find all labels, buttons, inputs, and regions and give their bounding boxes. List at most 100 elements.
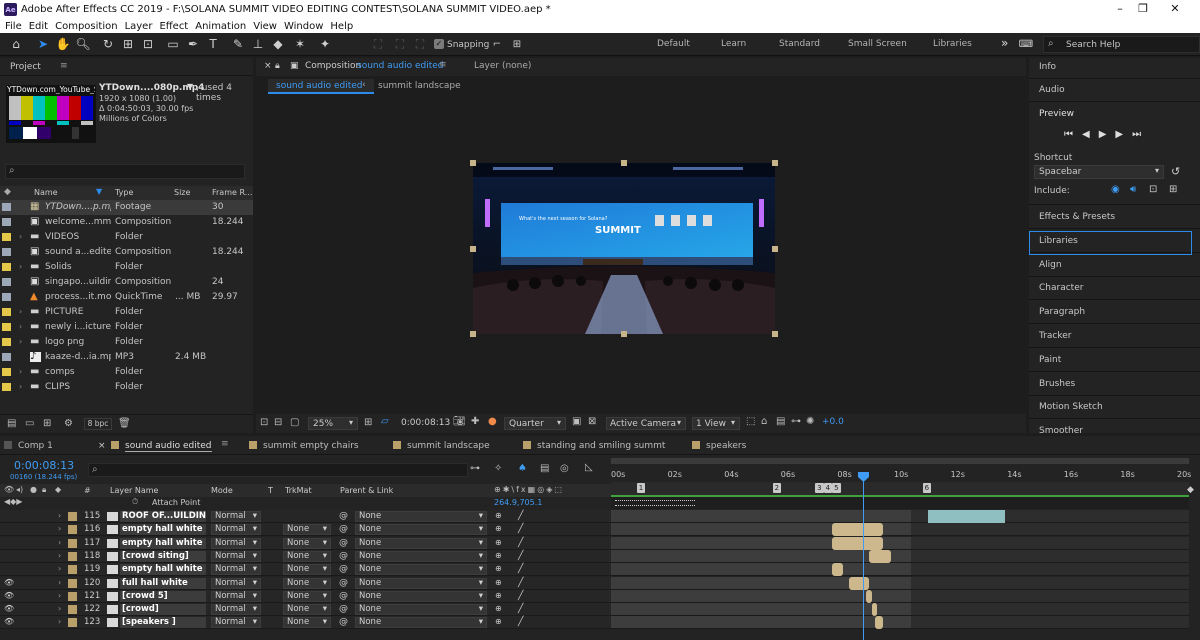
shy-switch-icon[interactable]: ⊕: [495, 511, 502, 522]
pick-whip-icon[interactable]: @: [339, 538, 348, 549]
menu-help[interactable]: Help: [330, 21, 353, 32]
track-matte-dropdown[interactable]: None ▾: [283, 604, 331, 616]
snapping-checkbox[interactable]: ✓: [434, 39, 444, 49]
column-name[interactable]: Name: [34, 188, 58, 197]
project-item[interactable]: ▦ YTDown....p.mp4 Footage 30: [0, 200, 253, 215]
project-item[interactable]: › ▬ VIDEOS Folder: [0, 230, 253, 245]
label-color-swatch[interactable]: [2, 368, 11, 376]
color-channels-icon[interactable]: ●: [488, 416, 497, 427]
workspace-default[interactable]: Default: [657, 39, 690, 49]
local-axis-icon[interactable]: ⛶: [370, 37, 386, 52]
layer-row[interactable]: › 117 empty hall white Normal ▾ None ▾ @ None ▾ ⊕ ╱: [0, 536, 1200, 550]
new-composition-icon[interactable]: ⊞: [43, 418, 51, 429]
chevron-right-icon[interactable]: ›: [19, 367, 22, 376]
transform-handle[interactable]: [772, 160, 778, 166]
layer-name[interactable]: ROOF OF...UILDING: [120, 511, 206, 522]
track-matte-dropdown[interactable]: None ▾: [283, 537, 331, 549]
right-panel-tab-tracker[interactable]: Tracker: [1039, 331, 1071, 341]
track-matte-dropdown[interactable]: None ▾: [283, 577, 331, 589]
type-tool-icon[interactable]: T: [205, 37, 221, 52]
column-t[interactable]: T: [268, 486, 273, 495]
viewer-timecode[interactable]: 0:00:08:13: [401, 418, 450, 428]
column-size[interactable]: Size: [174, 188, 190, 197]
include-overlays-icon[interactable]: ⊡: [1149, 184, 1157, 195]
shy-switch-icon[interactable]: ⊕: [495, 538, 502, 549]
quality-switch-icon[interactable]: ╱: [518, 564, 523, 575]
layer-row[interactable]: › 119 empty hall white Normal ▾ None ▾ @ None ▾ ⊕ ╱: [0, 563, 1200, 577]
project-item[interactable]: ▲ process...it.mov QuickTime ... MB 29.97: [0, 290, 253, 305]
label-color-swatch[interactable]: [2, 263, 11, 271]
graph-editor-icon[interactable]: ◺: [585, 462, 593, 473]
transform-handle[interactable]: [621, 331, 627, 337]
project-item[interactable]: › ▬ newly i...ictures Folder: [0, 320, 253, 335]
time-ruler[interactable]: 00s 02s 04s 06s 08s 10s 12s 14s 16s 18s 20s: [611, 470, 1191, 482]
previous-frame-icon[interactable]: ◀: [1082, 129, 1099, 140]
timeline-icon[interactable]: ▤: [776, 416, 785, 427]
label-color-swatch[interactable]: [2, 203, 11, 211]
layer-row[interactable]: 👁︎ › 120 full hall white Normal ▾ None ▾ @ None ▾ ⊕…: [0, 576, 1200, 590]
close-icon[interactable]: ✕: [1160, 2, 1190, 15]
chevron-right-icon[interactable]: ›: [19, 322, 22, 331]
layer-row[interactable]: › 118 [crowd siting] Normal ▾ None ▾ @ None ▾ ⊕ ╱: [0, 549, 1200, 563]
transform-handle[interactable]: [772, 246, 778, 252]
rotate-tool-icon[interactable]: ↻: [100, 37, 116, 52]
column-mode[interactable]: Mode: [211, 486, 233, 495]
pick-whip-icon[interactable]: @: [339, 524, 348, 535]
snapshot-icon[interactable]: 📷︎: [453, 416, 466, 427]
vr-icon[interactable]: ⊟: [274, 417, 282, 428]
more-workspaces-icon[interactable]: »: [1001, 36, 1008, 50]
right-panel-tab-brushes[interactable]: Brushes: [1039, 379, 1075, 389]
blend-mode-dropdown[interactable]: Normal ▾: [211, 550, 261, 562]
zoom-out-icon[interactable]: ◆: [1187, 485, 1194, 495]
transform-handle[interactable]: [470, 160, 476, 166]
track-matte-dropdown[interactable]: None ▾: [283, 617, 331, 629]
composition-marker[interactable]: 3: [815, 483, 824, 493]
right-panel-tab-align[interactable]: Align: [1039, 260, 1062, 270]
blend-mode-dropdown[interactable]: Normal ▾: [211, 617, 261, 629]
show-snapshot-icon[interactable]: ✚: [471, 416, 479, 427]
project-settings-icon[interactable]: ⚙: [64, 418, 73, 429]
menu-file[interactable]: File: [5, 21, 22, 32]
audio-switch-header-icon[interactable]: ◂): [16, 485, 23, 494]
tab-summit-landscape[interactable]: summit landscape: [393, 441, 490, 451]
track-matte-dropdown[interactable]: None ▾: [283, 590, 331, 602]
project-item[interactable]: ♪ kaaze-d...ia.mp3 MP3 2.4 MB: [0, 350, 253, 365]
view-axis-icon[interactable]: ⛶: [412, 37, 428, 52]
mask-visibility-icon[interactable]: ▱: [381, 416, 389, 427]
trash-icon[interactable]: 🗑︎: [118, 418, 131, 429]
menu-effect[interactable]: Effect: [159, 21, 188, 32]
layer-row[interactable]: 👁︎ › 123 [speakers ] Normal ▾ None ▾ @ None ▾ ⊕ ╱: [0, 616, 1200, 630]
shy-switch-icon[interactable]: ⊕: [495, 551, 502, 562]
column-layer-name[interactable]: Layer Name: [110, 486, 158, 495]
label-color-swatch[interactable]: [2, 308, 11, 316]
layer-name[interactable]: empty hall white: [120, 564, 206, 576]
include-audio-icon[interactable]: 🔊︎: [1130, 184, 1136, 195]
transform-handle[interactable]: [470, 331, 476, 337]
shy-switch-icon[interactable]: ⊕: [495, 617, 502, 628]
label-color-swatch[interactable]: [68, 605, 77, 615]
reset-shortcut-icon[interactable]: ↺: [1171, 165, 1180, 178]
composition-marker[interactable]: 1: [636, 483, 646, 493]
transparency-grid-icon[interactable]: ⊠: [588, 416, 596, 427]
close-tab-icon[interactable]: ×: [264, 61, 272, 71]
sort-arrow-icon[interactable]: ▼: [96, 187, 102, 196]
work-area-bar[interactable]: [611, 458, 1189, 464]
blend-mode-dropdown[interactable]: Normal ▾: [211, 511, 261, 522]
label-color-swatch[interactable]: [68, 512, 77, 521]
composition-marker[interactable]: 2: [772, 483, 782, 493]
pick-whip-icon[interactable]: @: [339, 617, 348, 628]
parent-dropdown[interactable]: None ▾: [355, 590, 487, 602]
project-item[interactable]: ▣ singapo...uilding Composition 24: [0, 275, 253, 290]
flowchart-icon[interactable]: ⊶: [791, 416, 801, 427]
parent-dropdown[interactable]: None ▾: [355, 604, 487, 616]
pick-whip-icon[interactable]: @: [339, 578, 348, 589]
label-color-swatch[interactable]: [68, 538, 77, 548]
chevron-right-icon[interactable]: ›: [58, 604, 61, 615]
camera-dropdown[interactable]: Active Camera ▾: [606, 417, 686, 430]
sync-settings-icon[interactable]: ⌨: [1018, 37, 1034, 52]
include-layer-controls-icon[interactable]: ⊞: [1169, 184, 1177, 195]
parent-dropdown[interactable]: None ▾: [355, 537, 487, 549]
shy-switch-icon[interactable]: ⊕: [495, 604, 502, 615]
label-color-swatch[interactable]: [68, 618, 77, 628]
menu-edit[interactable]: Edit: [29, 21, 48, 32]
